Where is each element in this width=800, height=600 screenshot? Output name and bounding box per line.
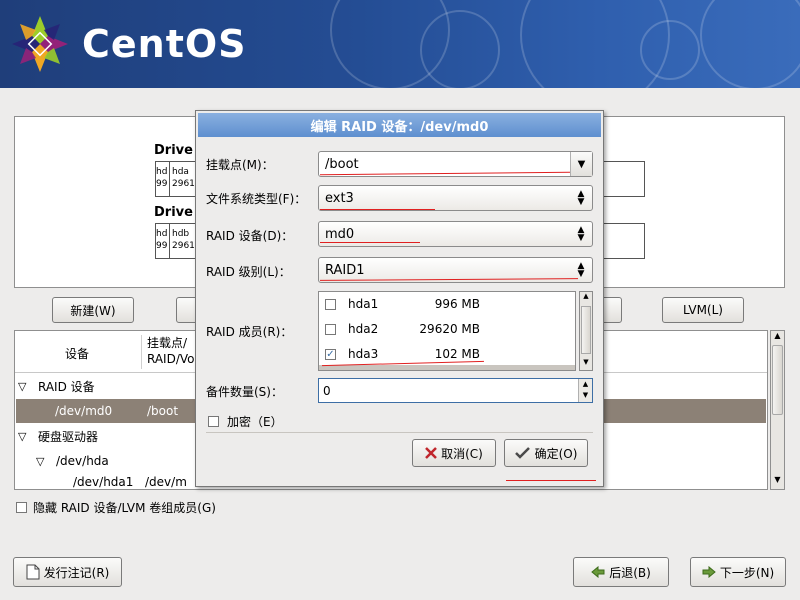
partition-cell[interactable]: hd 99	[156, 162, 170, 196]
scrollbar-thumb[interactable]	[581, 306, 591, 354]
arrow-right-icon	[702, 566, 716, 578]
arrow-left-icon	[591, 566, 605, 578]
raid-device-select[interactable]: md0 ▲ ▼	[318, 221, 593, 247]
scrollbar-thumb[interactable]	[772, 345, 783, 415]
fstype-label: 文件系统类型(F)：	[206, 192, 307, 206]
edit-raid-dialog: 编辑 RAID 设备：/dev/md0 挂载点(M)： /boot ▼ 文件系统…	[195, 110, 604, 487]
list-item[interactable]: hda1 996 MB	[325, 297, 480, 311]
table-scrollbar[interactable]: ▲ ▼	[770, 330, 785, 490]
next-button[interactable]: 下一步(N)	[690, 557, 786, 587]
drive-label: Drive	[154, 205, 193, 220]
raid-members-list[interactable]: hda1 996 MB hda2 29620 MB ✓ hda3 102 MB	[318, 291, 576, 371]
updown-arrow-icon: ▲ ▼	[577, 225, 585, 243]
members-label: RAID 成员(R)：	[206, 325, 293, 339]
members-scrollbar[interactable]: ▲ ▼	[579, 291, 593, 371]
dialog-title: 编辑 RAID 设备：/dev/md0	[198, 113, 601, 137]
annotation-underline	[320, 242, 420, 243]
document-icon	[26, 564, 40, 580]
column-header-mount[interactable]: 挂载点/RAID/Vo	[147, 335, 195, 367]
raid-level-label: RAID 级别(L)：	[206, 265, 291, 279]
encrypt-checkbox[interactable]: 加密（E）	[208, 413, 283, 430]
updown-arrow-icon: ▲ ▼	[577, 189, 585, 207]
annotation-underline	[320, 209, 435, 210]
spares-spinner[interactable]: 0 ▲ ▼	[318, 378, 593, 403]
new-button[interactable]: 新建(W)	[52, 297, 134, 323]
expander-icon[interactable]: ▽	[36, 455, 52, 468]
column-header-device[interactable]: 设备	[65, 345, 89, 362]
hide-raid-checkbox[interactable]: 隐藏 RAID 设备/LVM 卷组成员(G)	[16, 499, 216, 516]
annotation-underline	[506, 480, 596, 481]
list-item[interactable]: ✓ hda3 102 MB	[325, 347, 480, 361]
brand-name: CentOS	[82, 22, 247, 66]
checkbox-box[interactable]	[16, 502, 27, 513]
ok-button[interactable]: 确定(O)	[504, 439, 588, 467]
cancel-button[interactable]: 取消(C)	[412, 439, 496, 467]
spinner-arrows-icon[interactable]: ▲ ▼	[578, 379, 592, 402]
centos-logo-icon	[12, 16, 68, 72]
member-checkbox[interactable]	[325, 323, 336, 335]
expander-icon[interactable]: ▽	[18, 380, 34, 393]
spares-label: 备件数量(S)：	[206, 385, 283, 399]
header-banner: CentOS	[0, 0, 800, 88]
dropdown-arrow-icon[interactable]: ▼	[570, 152, 592, 176]
member-checkbox[interactable]	[325, 298, 336, 310]
close-icon	[425, 447, 438, 459]
check-icon	[514, 447, 530, 459]
drive-label: Drive	[154, 143, 193, 158]
raid-device-label: RAID 设备(D)：	[206, 229, 294, 243]
partition-cell[interactable]: hd 99	[156, 224, 170, 258]
member-checkbox-checked[interactable]: ✓	[325, 348, 336, 360]
expander-icon[interactable]: ▽	[18, 430, 34, 443]
fstype-select[interactable]: ext3 ▲ ▼	[318, 185, 593, 211]
lvm-button[interactable]: LVM(L)	[662, 297, 744, 323]
back-button[interactable]: 后退(B)	[573, 557, 669, 587]
mount-label: 挂载点(M)：	[206, 158, 274, 172]
list-item[interactable]: hda2 29620 MB	[325, 322, 480, 336]
release-notes-button[interactable]: 发行注记(R)	[13, 557, 122, 587]
checkbox-box[interactable]	[208, 416, 219, 427]
